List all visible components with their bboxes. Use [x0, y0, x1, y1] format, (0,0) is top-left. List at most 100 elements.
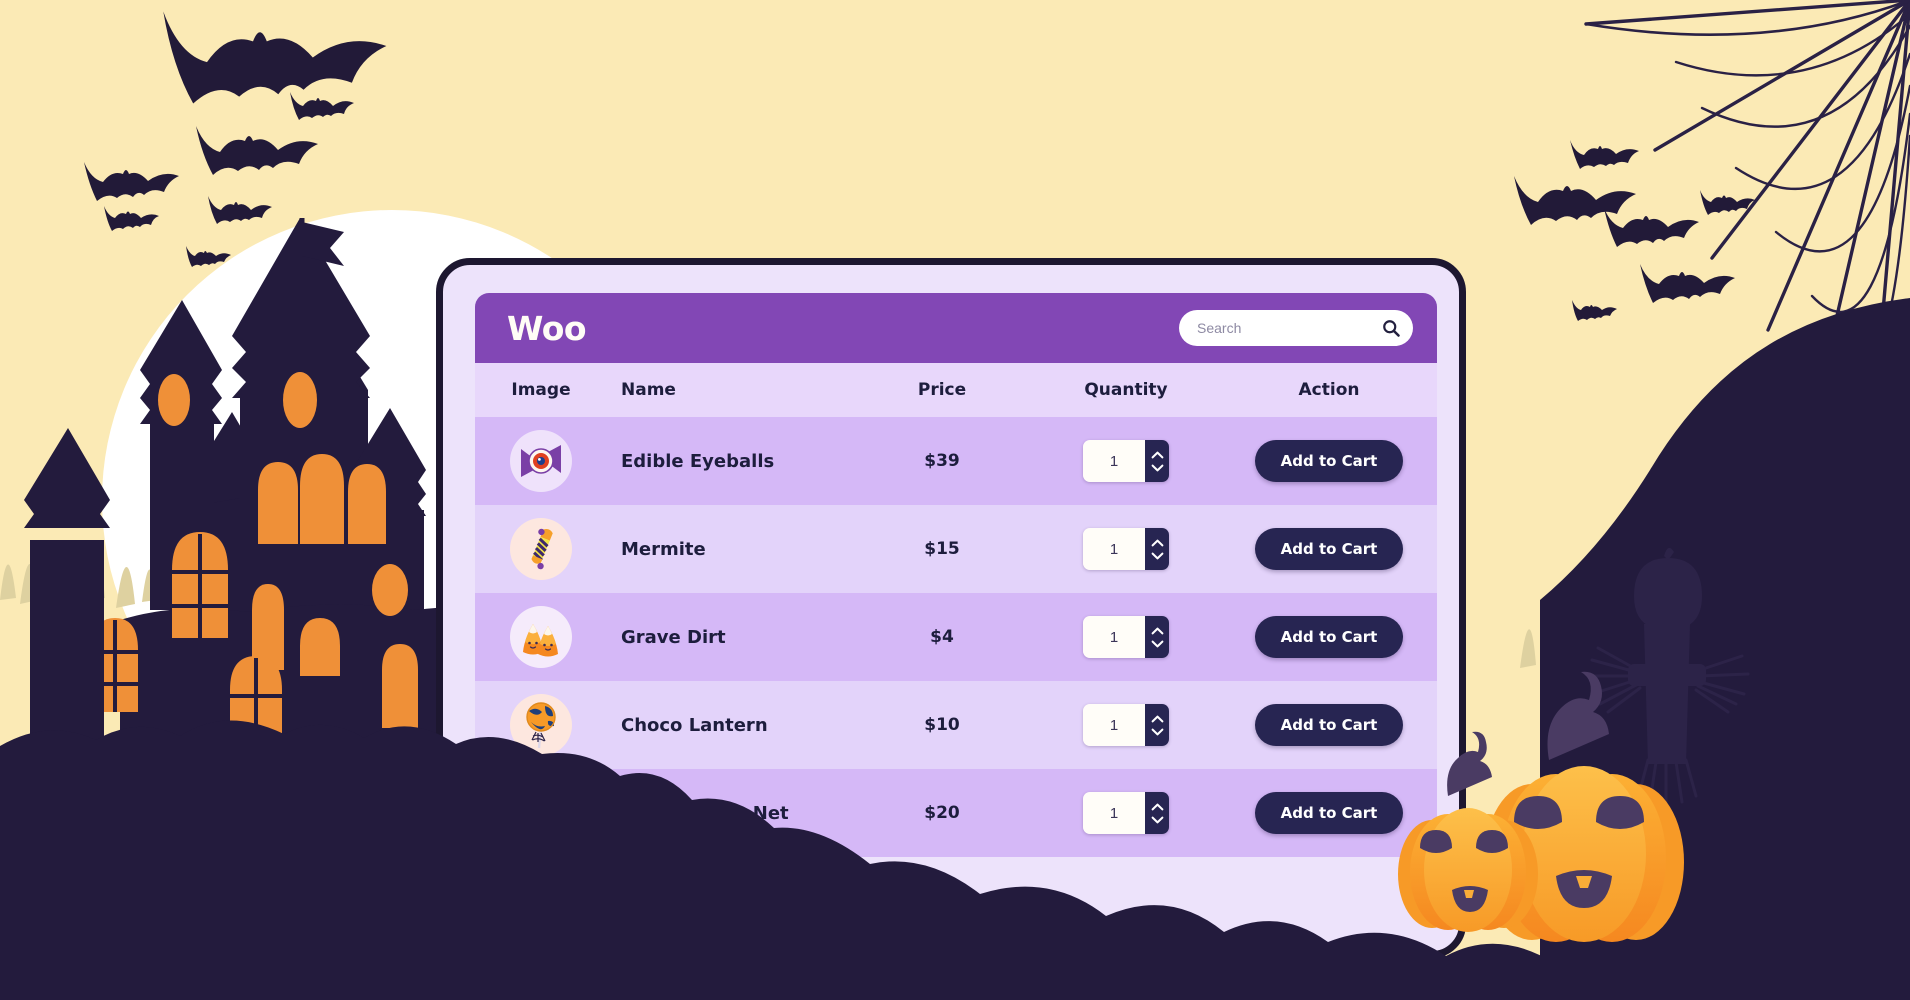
quantity-input[interactable]: [1083, 528, 1145, 570]
chevron-down-icon[interactable]: [1151, 816, 1164, 824]
pumpkin-large: [1484, 671, 1684, 942]
product-name: Choco Lantern: [621, 714, 768, 736]
wrapped-eyeball-candy-icon: [521, 445, 561, 477]
chevron-down-icon[interactable]: [1151, 464, 1164, 472]
table-row: Edible Spidy Net $20 Add to Cart: [475, 769, 1437, 857]
quantity-input[interactable]: [1083, 440, 1145, 482]
product-name-cell: Grave Dirt: [607, 627, 853, 648]
quantity-stepper[interactable]: [1083, 704, 1169, 746]
app-header: Woo: [475, 293, 1437, 363]
table-row: Choco Lantern $10 Add to Cart: [475, 681, 1437, 769]
chevron-up-icon[interactable]: [1151, 627, 1164, 635]
quantity-input[interactable]: [1083, 704, 1145, 746]
add-to-cart-button[interactable]: Add to Cart: [1254, 792, 1404, 834]
scarecrow-silhouette: [1586, 547, 1750, 806]
product-name-cell: Choco Lantern: [607, 715, 853, 736]
product-quantity-cell: [1031, 440, 1221, 482]
product-thumbnail: [510, 694, 572, 756]
product-action-cell: Add to Cart: [1221, 704, 1437, 746]
product-price: $4: [930, 627, 954, 647]
product-quantity-cell: [1031, 616, 1221, 658]
striped-candy-stick-icon: [531, 528, 553, 570]
column-header-name: Name: [621, 380, 676, 400]
table-row: Mermite $15 Add to Cart: [475, 505, 1437, 593]
spider-web-candy-icon: [522, 791, 560, 835]
product-action-cell: Add to Cart: [1221, 528, 1437, 570]
quantity-spinner[interactable]: [1145, 528, 1169, 570]
chevron-up-icon[interactable]: [1151, 803, 1164, 811]
search-icon[interactable]: [1381, 318, 1401, 338]
chevron-up-icon[interactable]: [1151, 715, 1164, 723]
column-header-quantity: Quantity: [1084, 380, 1168, 400]
product-image-cell: [475, 518, 607, 580]
column-header-action: Action: [1298, 380, 1360, 400]
product-image-cell: [475, 694, 607, 756]
search-input[interactable]: [1197, 320, 1367, 336]
add-to-cart-button[interactable]: Add to Cart: [1254, 704, 1404, 746]
product-action-cell: Add to Cart: [1221, 616, 1437, 658]
product-name: Edible Spidy Net: [621, 802, 789, 824]
table-row: Edible Eyeballs $39 Add to Cart: [475, 417, 1437, 505]
table-header-row: Image Name Price Quantity Action: [475, 363, 1437, 417]
product-thumbnail: [510, 430, 572, 492]
product-name-cell: Mermite: [607, 539, 853, 560]
add-to-cart-button[interactable]: Add to Cart: [1254, 616, 1404, 658]
search-bar[interactable]: [1179, 310, 1413, 346]
grass-silhouette-left: [0, 563, 284, 614]
add-to-cart-button[interactable]: Add to Cart: [1254, 440, 1404, 482]
chevron-down-icon[interactable]: [1151, 728, 1164, 736]
product-name-cell: Edible Eyeballs: [607, 451, 853, 472]
hanging-spider-web: [1785, 330, 1877, 546]
product-name: Mermite: [621, 538, 706, 560]
quantity-spinner[interactable]: [1145, 440, 1169, 482]
quantity-stepper[interactable]: [1083, 528, 1169, 570]
laptop-frame: Woo Image Name Price Quantity Action: [436, 258, 1466, 958]
product-price: $20: [924, 803, 960, 823]
quantity-stepper[interactable]: [1083, 616, 1169, 658]
product-quantity-cell: [1031, 528, 1221, 570]
product-image-cell: [475, 782, 607, 844]
quantity-stepper[interactable]: [1083, 440, 1169, 482]
product-name: Grave Dirt: [621, 626, 726, 648]
grass-silhouette-right: [1520, 594, 1906, 668]
product-image-cell: [475, 430, 607, 492]
laptop-screen: Woo Image Name Price Quantity Action: [475, 293, 1437, 951]
product-name: Edible Eyeballs: [621, 450, 775, 472]
quantity-stepper[interactable]: [1083, 792, 1169, 834]
product-action-cell: Add to Cart: [1221, 440, 1437, 482]
product-table-body: Edible Eyeballs $39 Add to Cart: [475, 417, 1437, 951]
product-price-cell: $4: [853, 627, 1031, 647]
chevron-down-icon[interactable]: [1151, 640, 1164, 648]
add-to-cart-button[interactable]: Add to Cart: [1254, 528, 1404, 570]
quantity-input[interactable]: [1083, 792, 1145, 834]
product-name-cell: Edible Spidy Net: [607, 803, 853, 824]
product-thumbnail: [510, 518, 572, 580]
product-price-cell: $15: [853, 539, 1031, 559]
bat-silhouettes: [84, 11, 387, 321]
product-quantity-cell: [1031, 792, 1221, 834]
product-action-cell: Add to Cart: [1221, 792, 1437, 834]
bat-silhouettes-right: [1514, 140, 1755, 321]
chevron-up-icon[interactable]: [1151, 451, 1164, 459]
halloween-shop-scene: Woo Image Name Price Quantity Action: [0, 0, 1910, 1000]
candy-corn-icon: [523, 624, 558, 657]
column-header-image: Image: [511, 380, 571, 400]
chevron-up-icon[interactable]: [1151, 539, 1164, 547]
quantity-spinner[interactable]: [1145, 704, 1169, 746]
product-quantity-cell: [1031, 704, 1221, 746]
brand-logo: Woo: [507, 308, 587, 348]
product-thumbnail: [510, 782, 572, 844]
product-thumbnail: [510, 606, 572, 668]
column-header-price: Price: [917, 380, 967, 400]
chevron-down-icon[interactable]: [1151, 552, 1164, 560]
product-price: $10: [924, 715, 960, 735]
product-price-cell: $20: [853, 803, 1031, 823]
product-price: $39: [924, 451, 960, 471]
quantity-spinner[interactable]: [1145, 616, 1169, 658]
product-image-cell: [475, 606, 607, 668]
quantity-input[interactable]: [1083, 616, 1145, 658]
product-price-cell: $10: [853, 715, 1031, 735]
quantity-spinner[interactable]: [1145, 792, 1169, 834]
product-price-cell: $39: [853, 451, 1031, 471]
table-row: Grave Dirt $4 Add to Cart: [475, 593, 1437, 681]
